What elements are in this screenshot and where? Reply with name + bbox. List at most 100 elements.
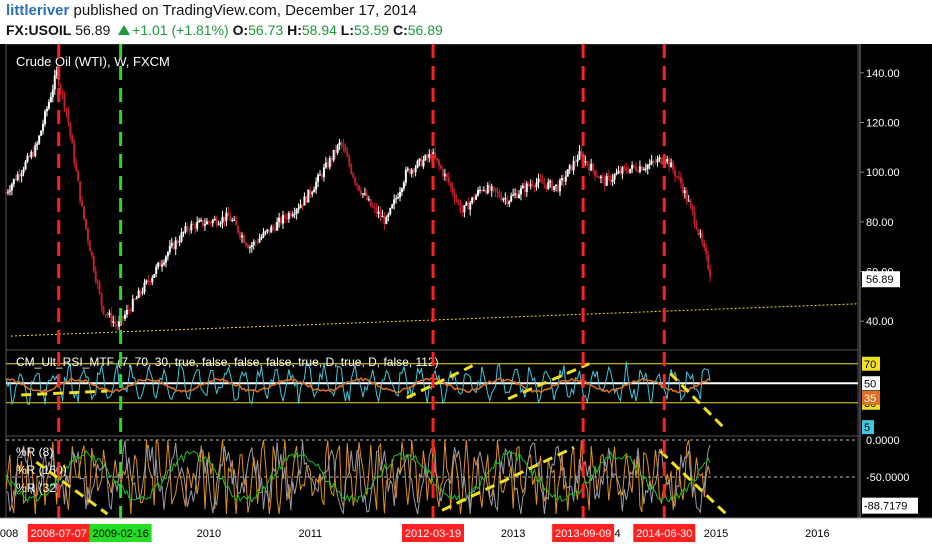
candle-body [96,281,99,284]
candle-body [8,190,11,192]
candle-body [231,220,234,222]
candle-body [642,169,645,171]
candle-body [592,163,595,171]
candle-body [484,190,487,194]
candle-body [395,198,398,200]
publish-info: published on TradingView.com, December 1… [73,2,417,19]
candle-body [363,193,366,195]
candle-body [358,185,361,191]
x-tick-label: 2008 [0,528,18,540]
candle-body [209,222,212,224]
candle-body [104,314,107,316]
candle-body [625,167,628,171]
candle-body [457,200,460,203]
candle-body [681,183,684,194]
candle-body [648,163,651,166]
candle-body [418,158,421,161]
candle-body [475,195,478,200]
candle-body [262,232,265,237]
x-tick-label: 2016 [805,528,829,540]
candle-body [549,180,552,183]
chart-background [0,44,932,550]
low-value: 53.59 [354,22,390,38]
candle-body [45,108,48,112]
candle-body [480,189,483,191]
candle-body [301,204,304,206]
candle-body [256,241,259,243]
candle-body [131,298,134,312]
candle-body [597,176,600,179]
candle-body [387,214,390,218]
candle-body [693,211,696,224]
chart-canvas[interactable]: 40.0060.0080.00100.00120.00140.0056.89Cr… [0,44,932,550]
candle-body [539,178,542,181]
candle-body [586,161,589,165]
candle-body [459,202,462,212]
candle-body [527,183,530,186]
quote-line: FX:USOIL 56.89 +1.01 (+1.81%) O:56.73 H:… [6,22,443,38]
candle-body [652,160,655,162]
candle-body [502,198,505,201]
candle-body [24,161,27,170]
candle-body [14,179,17,181]
candle-body [172,242,175,250]
candle-body [365,193,368,200]
open-label: O: [232,22,249,38]
candle-body [619,170,622,174]
wr-tick-label: 0.0000 [866,435,900,447]
candle-body [439,165,442,169]
candle-body [182,232,185,234]
candle-body [367,199,370,201]
candle-body [30,152,33,158]
candle-body [88,240,91,252]
candle-body [20,172,23,177]
x-tick-label: 2015 [704,528,728,540]
candle-body [239,232,242,238]
candle-body [67,111,70,123]
candle-body [486,184,489,194]
candle-body [578,151,581,160]
candle-body [309,189,312,195]
candle-body [215,218,218,225]
candle-body [451,186,454,194]
event-date-label: 2009-02-16 [92,528,148,540]
event-date-label: 2008-07-07 [31,528,87,540]
candle-body [455,199,458,201]
candle-body [322,167,325,177]
candle-body [402,182,405,189]
wr-legend-label: %R (8) [16,445,53,459]
candle-body [438,160,441,166]
candle-body [699,233,702,235]
candle-body [338,142,341,146]
candle-body [94,270,97,282]
candle-body [551,180,554,191]
candle-body [233,219,236,221]
candle-body [609,175,612,182]
candle-body [436,158,439,161]
candle-body [668,158,671,168]
candle-body [469,202,472,210]
chart-header: littleriver published on TradingView.com… [0,0,932,44]
candle-body [272,226,275,228]
candle-body [519,188,522,195]
candle-body [354,177,357,184]
candle-body [660,157,663,164]
candle-body [492,186,495,189]
candle-body [28,155,31,158]
candle-body [361,193,364,195]
candle-body [623,167,626,169]
candle-body [18,174,21,177]
candle-body [157,262,160,267]
author-link[interactable]: littleriver [6,2,69,19]
candle-body [399,192,402,198]
candle-body [6,191,9,193]
candle-body [161,264,164,267]
candle-body [541,180,544,184]
candle-body [516,193,519,199]
candle-body [336,145,339,153]
candle-body [705,247,708,255]
candle-body [360,190,362,195]
symbol-label[interactable]: FX:USOIL [6,22,71,38]
candle-body [576,159,579,162]
candle-body [596,175,599,177]
